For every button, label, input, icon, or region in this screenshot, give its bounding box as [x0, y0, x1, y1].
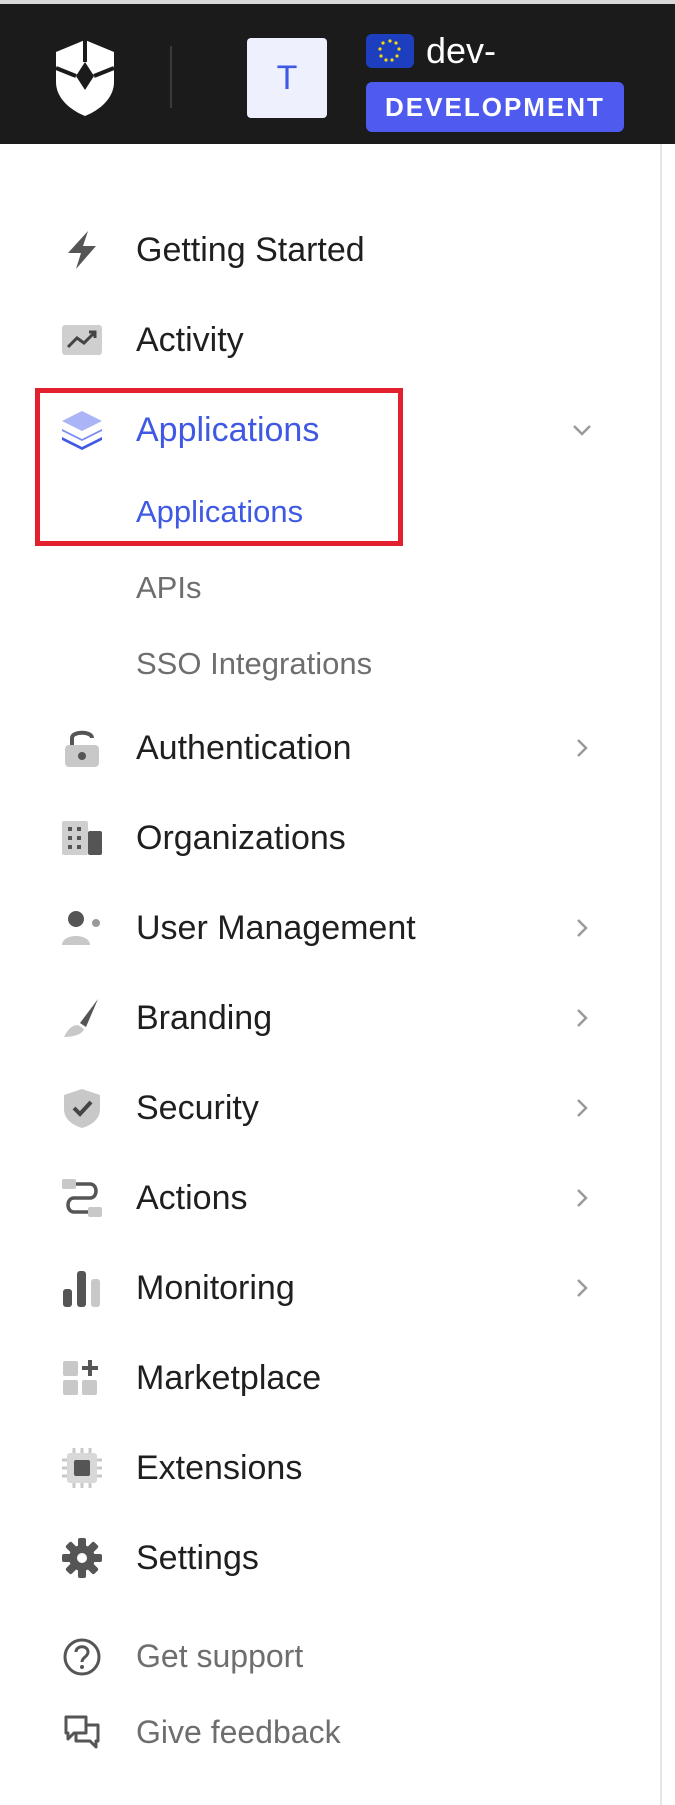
- eu-flag-icon: [366, 34, 414, 68]
- user-settings-icon: [62, 911, 100, 945]
- sidebar-item-label: Monitoring: [136, 1269, 295, 1307]
- sidebar-item-label: Actions: [136, 1179, 248, 1217]
- flow-icon: [62, 1179, 102, 1217]
- padlock-icon: [65, 730, 99, 767]
- tenant-name[interactable]: dev-: [426, 30, 496, 72]
- sidebar-item-authentication[interactable]: Authentication: [0, 713, 660, 783]
- chip-icon: [62, 1448, 102, 1488]
- bar-chart-icon: [63, 1271, 100, 1307]
- shield-logo-icon[interactable]: [50, 38, 120, 118]
- sidebar-item-getting-started[interactable]: Getting Started: [0, 215, 660, 285]
- sidebar-item-label: Security: [136, 1089, 259, 1127]
- sidebar-item-label: Give feedback: [136, 1714, 341, 1750]
- sidebar-item-label: Branding: [136, 999, 273, 1037]
- sidebar-item-organizations[interactable]: Organizations: [0, 803, 660, 873]
- sidebar-item-label: User Management: [136, 909, 416, 947]
- chat-bubbles-icon: [64, 1715, 100, 1749]
- sidebar-item-actions[interactable]: Actions: [0, 1163, 660, 1233]
- sidebar-item-security[interactable]: Security: [0, 1073, 660, 1143]
- chevron-right-icon[interactable]: [570, 915, 594, 941]
- grid-plus-icon: [63, 1360, 98, 1395]
- chevron-right-icon[interactable]: [570, 1095, 594, 1121]
- sidebar-item-label: Activity: [136, 321, 244, 359]
- sidebar-subitem-apis[interactable]: APIs: [136, 560, 201, 616]
- sidebar-item-label: Getting Started: [136, 231, 365, 269]
- chevron-right-icon[interactable]: [570, 735, 594, 761]
- paintbrush-icon: [64, 999, 98, 1037]
- sidebar-item-activity[interactable]: Activity: [0, 305, 660, 375]
- highlight-box: [35, 388, 403, 546]
- sidebar-border: [660, 144, 662, 1805]
- shield-check-icon: [64, 1089, 100, 1128]
- gear-icon: [62, 1538, 102, 1578]
- sidebar-item-give-feedback[interactable]: Give feedback: [0, 1701, 660, 1763]
- sidebar-item-extensions[interactable]: Extensions: [0, 1433, 660, 1503]
- environment-badge: DEVELOPMENT: [366, 82, 624, 132]
- chevron-right-icon[interactable]: [570, 1185, 594, 1211]
- tenant-avatar[interactable]: T: [247, 38, 327, 118]
- sidebar-item-monitoring[interactable]: Monitoring: [0, 1253, 660, 1323]
- chevron-down-icon[interactable]: [570, 417, 594, 443]
- sidebar-item-label: Settings: [136, 1539, 259, 1577]
- question-circle-icon: [63, 1638, 101, 1676]
- sidebar-item-label: Get support: [136, 1638, 304, 1674]
- building-icon: [62, 821, 102, 855]
- sidebar-item-label: Extensions: [136, 1449, 303, 1487]
- sidebar-item-get-support[interactable]: Get support: [0, 1625, 660, 1687]
- sidebar-item-user-management[interactable]: User Management: [0, 893, 660, 963]
- lightning-icon: [68, 231, 96, 269]
- sidebar-item-label: Authentication: [136, 729, 352, 767]
- sidebar-item-settings[interactable]: Settings: [0, 1523, 660, 1593]
- top-bar: T dev- DEVELOPMENT: [0, 0, 675, 144]
- header-divider: [170, 46, 172, 108]
- sidebar-subitem-sso-integrations[interactable]: SSO Integrations: [136, 636, 372, 692]
- chevron-right-icon[interactable]: [570, 1005, 594, 1031]
- sidebar-item-label: Marketplace: [136, 1359, 322, 1397]
- sidebar-item-label: Organizations: [136, 819, 346, 857]
- activity-chart-icon: [62, 325, 102, 355]
- sidebar-item-branding[interactable]: Branding: [0, 983, 660, 1053]
- chevron-right-icon[interactable]: [570, 1275, 594, 1301]
- sidebar-item-marketplace[interactable]: Marketplace: [0, 1343, 660, 1413]
